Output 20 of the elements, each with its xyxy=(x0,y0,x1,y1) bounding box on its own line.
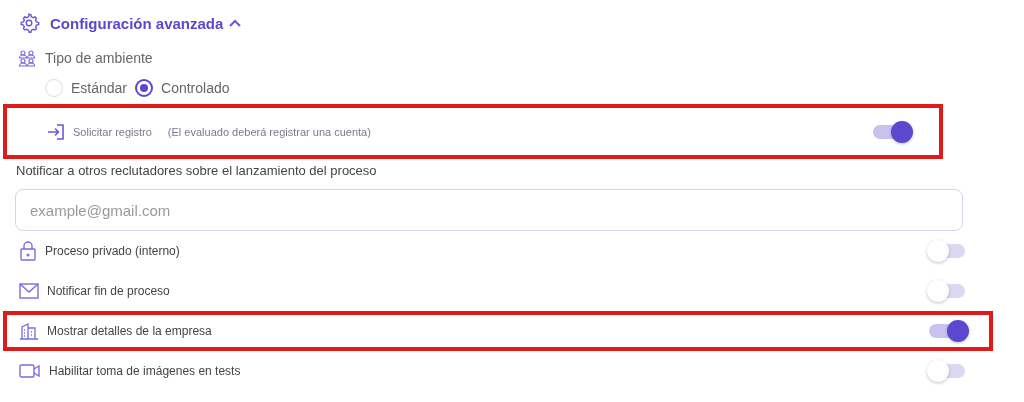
chevron-icon xyxy=(229,19,242,27)
environment-label: Tipo de ambiente xyxy=(45,50,153,66)
option-label: Mostrar detalles de la empresa xyxy=(47,324,212,338)
email-field[interactable]: example@gmail.com xyxy=(15,189,963,231)
building-icon xyxy=(19,322,39,340)
notify-label: Notificar a otros reclutadores sobre el lanzamiento del proceso xyxy=(15,163,378,180)
option-label: Proceso privado (interno) xyxy=(45,244,180,258)
people-icon xyxy=(18,49,36,67)
option-label: Habilitar toma de imágenes en tests xyxy=(49,364,241,378)
video-camera-icon xyxy=(19,363,41,379)
mail-icon xyxy=(19,283,39,299)
lock-icon xyxy=(19,241,37,261)
registration-hint: (El evaluado deberá registrar una cuenta) xyxy=(167,125,371,138)
settings-icon xyxy=(18,12,40,34)
registration-label: Solicitar registro xyxy=(73,125,152,138)
environment-radio[interactable]: Controlado xyxy=(135,76,230,100)
login-icon xyxy=(47,123,65,140)
advanced-settings-toggle[interactable]: Configuración avanzada xyxy=(50,14,242,32)
option-label: Notificar fin de proceso xyxy=(47,284,170,298)
environment-radio[interactable]: Estándar xyxy=(45,76,128,100)
